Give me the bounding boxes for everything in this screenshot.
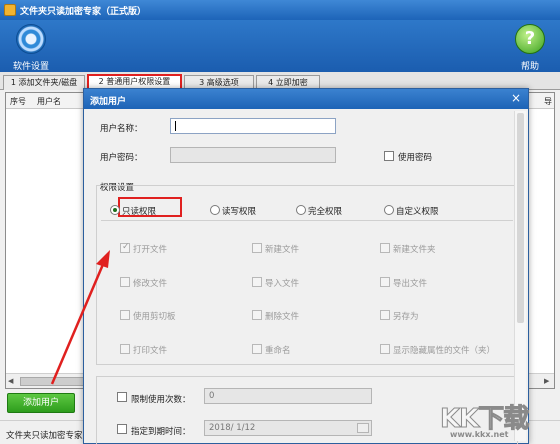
username-label: 用户名称： [100, 124, 143, 134]
column-header-export[interactable]: 导 [544, 96, 552, 107]
help-label: 帮助 [520, 62, 539, 72]
permission-checkbox[interactable] [252, 344, 262, 354]
permission-label[interactable]: 使用剪切板 [133, 310, 176, 322]
radio-readwrite-label[interactable]: 读写权限 [222, 205, 256, 217]
permission-group [96, 185, 518, 365]
radio-readwrite[interactable] [210, 205, 220, 215]
permission-label[interactable]: 显示隐藏属性的文件（夹） [393, 344, 495, 356]
permission-checkbox[interactable] [120, 344, 130, 354]
permission-label[interactable]: 导出文件 [393, 277, 427, 289]
scroll-left-icon[interactable]: ◀ [8, 377, 13, 385]
app-icon [4, 4, 16, 16]
tab-add-folder[interactable]: 1 添加文件夹/磁盘 [3, 75, 85, 90]
permission-checkbox[interactable] [380, 344, 390, 354]
permission-label[interactable]: 重命名 [265, 344, 291, 356]
add-user-button[interactable]: 添加用户 [7, 393, 75, 413]
column-header-seq[interactable]: 序号 [10, 96, 26, 107]
close-icon[interactable]: × [508, 91, 524, 107]
permission-checkbox[interactable] [380, 310, 390, 320]
permission-label[interactable]: 另存为 [393, 310, 419, 322]
add-user-dialog: 添加用户 × 用户名称： 用户密码： 使用密码 权限设置 只读权限 读写权限 完… [83, 88, 529, 444]
watermark: KK下载 www.kkx.net [439, 398, 558, 442]
limit-uses-label[interactable]: 限制使用次数： [131, 393, 191, 405]
permission-checkbox[interactable] [252, 310, 262, 320]
use-password-label[interactable]: 使用密码 [398, 151, 432, 163]
expire-date-value: 2018/ 1/12 [209, 423, 256, 433]
dialog-scroll-thumb[interactable] [517, 113, 524, 323]
permission-label[interactable]: 新建文件夹 [393, 243, 436, 255]
permission-checkbox[interactable] [120, 242, 130, 253]
dialog-title: 添加用户 [90, 97, 127, 107]
limit-uses-checkbox[interactable] [117, 392, 127, 402]
permission-checkbox[interactable] [252, 277, 262, 287]
radio-custom-label[interactable]: 自定义权限 [396, 205, 439, 217]
expire-time-checkbox[interactable] [117, 424, 127, 434]
watermark-url: www.kkx.net [450, 430, 509, 439]
help-question-icon: ? [515, 24, 545, 54]
expire-time-label[interactable]: 指定到期时间： [131, 425, 191, 437]
permission-checkbox[interactable] [120, 310, 130, 320]
radio-readonly[interactable] [110, 205, 120, 215]
app-title: 文件夹只读加密专家（正式版） [20, 7, 147, 17]
radio-full-label[interactable]: 完全权限 [308, 205, 342, 217]
radio-custom[interactable] [384, 205, 394, 215]
dialog-vertical-scrollbar[interactable] [514, 111, 526, 441]
permission-divider [101, 220, 513, 221]
dialog-titlebar: 添加用户 × [84, 89, 528, 109]
calendar-dropdown-icon[interactable] [357, 423, 369, 433]
use-password-checkbox[interactable] [384, 151, 394, 161]
main-titlebar: 文件夹只读加密专家（正式版） [0, 0, 560, 20]
scroll-right-icon[interactable]: ▶ [544, 377, 549, 385]
permission-label[interactable]: 打开文件 [133, 243, 167, 255]
password-label: 用户密码： [100, 153, 143, 163]
permission-label[interactable]: 导入文件 [265, 277, 299, 289]
permission-label[interactable]: 打印文件 [133, 344, 167, 356]
permission-checkbox[interactable] [380, 243, 390, 253]
help-button[interactable]: ? 帮助 [506, 22, 554, 72]
text-caret [175, 121, 176, 131]
permission-label[interactable]: 新建文件 [265, 243, 299, 255]
settings-label: 软件设置 [12, 62, 49, 72]
permission-label[interactable]: 修改文件 [133, 277, 167, 289]
permission-checkbox[interactable] [380, 277, 390, 287]
radio-full[interactable] [296, 205, 306, 215]
permission-label[interactable]: 删除文件 [265, 310, 299, 322]
status-text: 文件夹只读加密专家 [6, 431, 83, 441]
permission-checkbox[interactable] [120, 277, 130, 287]
limit-uses-input[interactable]: 0 [204, 388, 372, 404]
toolbar: 软件设置 ? 帮助 [0, 20, 560, 72]
radio-readonly-label[interactable]: 只读权限 [122, 205, 156, 217]
software-settings-button[interactable]: 软件设置 [7, 22, 55, 72]
expire-date-picker[interactable]: 2018/ 1/12 [204, 420, 372, 436]
password-input[interactable] [170, 147, 336, 163]
gear-icon [16, 24, 46, 54]
permission-checkbox[interactable] [252, 243, 262, 253]
username-input[interactable] [170, 118, 336, 134]
column-header-username[interactable]: 用户名 [37, 96, 61, 107]
